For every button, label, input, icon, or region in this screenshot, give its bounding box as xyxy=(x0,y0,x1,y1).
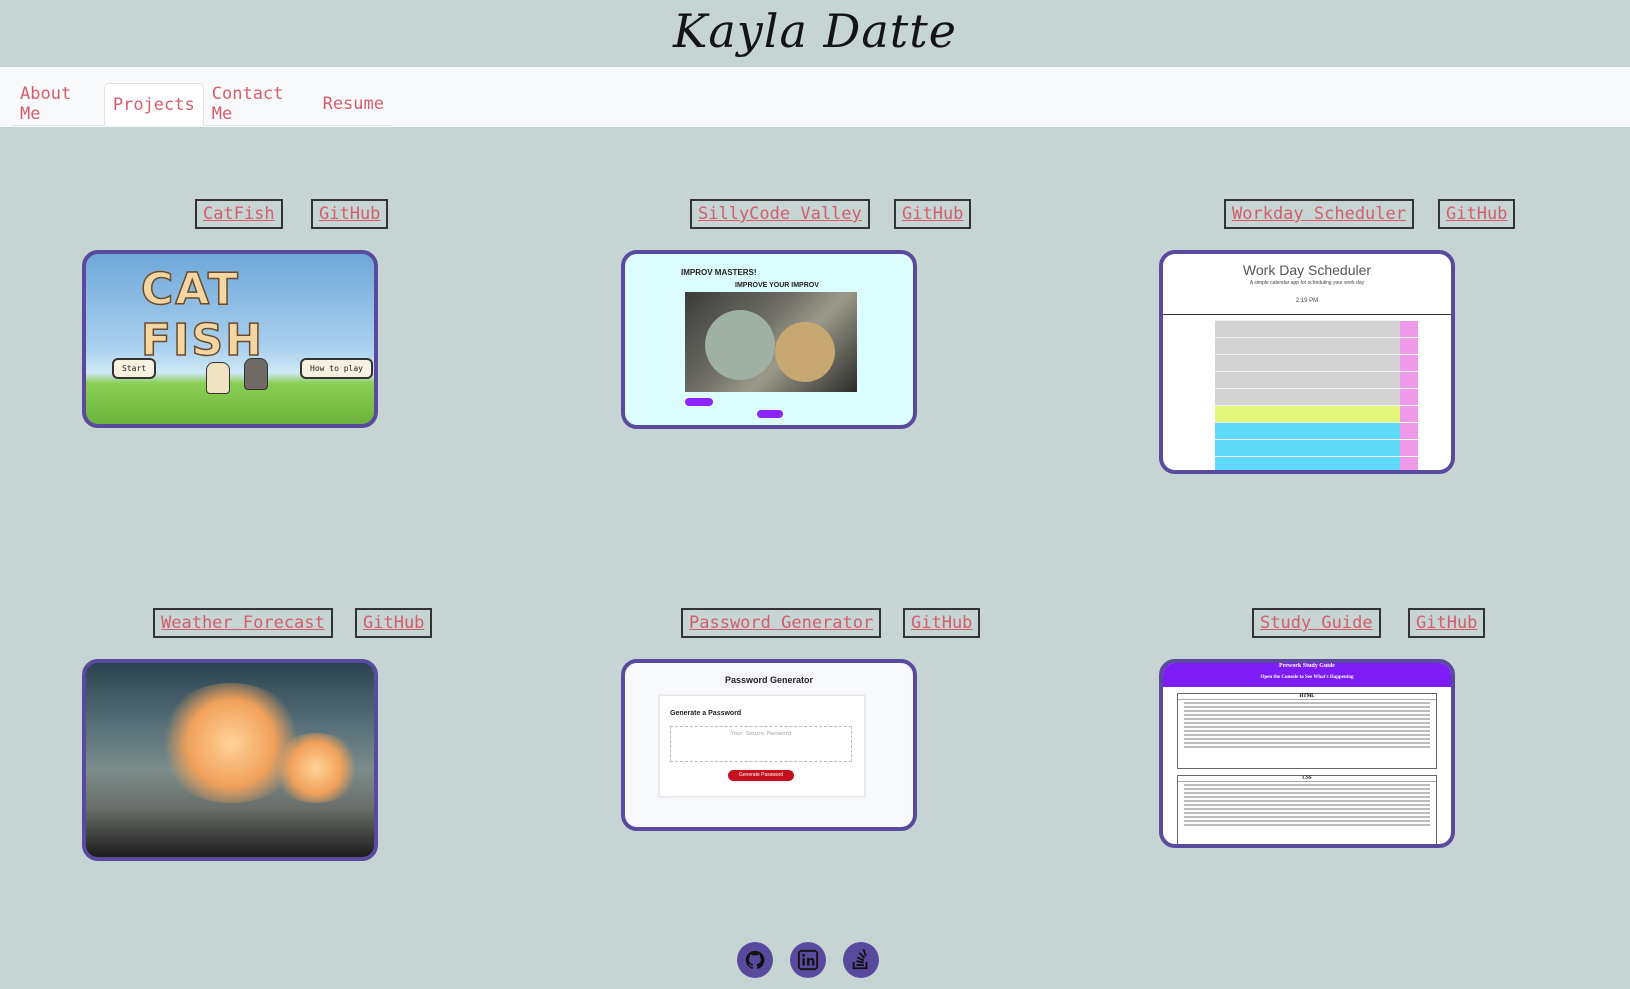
github-link-catfish[interactable]: GitHub xyxy=(311,199,389,229)
tab-about-me[interactable]: About Me xyxy=(12,83,104,124)
improv-pill-button xyxy=(757,410,783,418)
project-preview-study-guide[interactable]: Prework Study Guide Open the Console to … xyxy=(1159,659,1455,848)
password-card: Generate a Password Your Secure Password… xyxy=(659,695,865,797)
improv-subheading: IMPROVE YOUR IMPROV xyxy=(735,282,819,289)
catfish-how-to-play-button: How to play xyxy=(300,358,373,379)
improv-video xyxy=(685,292,857,392)
catfish-start-button: Start xyxy=(112,358,157,379)
study-guide-header: Prework Study Guide Open the Console to … xyxy=(1163,663,1451,687)
linkedin-icon[interactable] xyxy=(790,942,826,978)
study-guide-title: Prework Study Guide xyxy=(1279,663,1335,669)
project-preview-workday-scheduler[interactable]: Work Day Scheduler A simple calendar app… xyxy=(1159,250,1455,474)
tab-resume[interactable]: Resume xyxy=(315,83,392,124)
video-figure xyxy=(775,322,835,382)
site-header: Kayla Datte xyxy=(0,0,1630,67)
scheduler-time: 2:19 PM xyxy=(1295,298,1319,304)
video-figure xyxy=(705,310,775,380)
project-link-weather-forecast[interactable]: Weather Forecast xyxy=(153,608,333,638)
cat-sprite xyxy=(244,358,268,390)
project-link-password-generator[interactable]: Password Generator xyxy=(681,608,882,638)
password-subtitle: Generate a Password xyxy=(670,710,742,717)
save-block xyxy=(1400,337,1418,354)
github-link-password-generator[interactable]: GitHub xyxy=(903,608,981,638)
catfish-logo: CAT FISH xyxy=(140,263,264,367)
sunset-cloud xyxy=(271,733,361,803)
project-preview-sillycode-valley[interactable]: IMPROV MASTERS! IMPROVE YOUR IMPROV xyxy=(621,250,917,429)
time-block xyxy=(1215,456,1400,470)
project-link-workday-scheduler[interactable]: Workday Scheduler xyxy=(1224,199,1414,229)
time-block xyxy=(1215,337,1400,354)
study-guide-banner: Open the Console to See What's Happening xyxy=(1260,675,1354,680)
github-icon[interactable] xyxy=(737,942,773,978)
project-link-study-guide[interactable]: Study Guide xyxy=(1252,608,1381,638)
improv-pill-button xyxy=(685,398,713,406)
cat-sprite xyxy=(206,362,230,394)
stack-overflow-icon[interactable] xyxy=(843,942,879,978)
time-block xyxy=(1215,422,1400,439)
time-block xyxy=(1215,388,1400,405)
save-block xyxy=(1400,388,1418,405)
time-block xyxy=(1215,439,1400,456)
save-block xyxy=(1400,371,1418,388)
password-output: Your Secure Password xyxy=(670,726,852,762)
site-title: Kayla Datte xyxy=(672,3,958,58)
scheduler-title: Work Day Scheduler xyxy=(1242,262,1372,278)
github-link-study-guide[interactable]: GitHub xyxy=(1408,608,1486,638)
study-guide-section: HTML xyxy=(1177,693,1437,769)
time-block xyxy=(1215,320,1400,337)
project-preview-weather-forecast[interactable] xyxy=(82,659,378,861)
save-block xyxy=(1400,320,1418,337)
generate-password-button: Generate Password xyxy=(728,770,794,781)
improv-heading: IMPROV MASTERS! xyxy=(681,268,757,277)
github-link-sillycode-valley[interactable]: GitHub xyxy=(894,199,972,229)
navbar: About Me Projects Contact Me Resume xyxy=(0,67,1630,127)
tab-projects[interactable]: Projects xyxy=(103,83,204,126)
password-title: Password Generator xyxy=(724,675,814,685)
project-preview-password-generator[interactable]: Password Generator Generate a Password Y… xyxy=(621,659,917,831)
study-guide-section: CSS xyxy=(1177,775,1437,844)
save-block xyxy=(1400,422,1418,439)
save-block xyxy=(1400,405,1418,422)
time-block xyxy=(1215,405,1400,422)
project-link-sillycode-valley[interactable]: SillyCode Valley xyxy=(690,199,870,229)
nav-tabs: About Me Projects Contact Me Resume xyxy=(12,75,392,126)
section-heading: HTML xyxy=(1178,694,1436,700)
github-link-workday-scheduler[interactable]: GitHub xyxy=(1438,199,1516,229)
scheduler-subtitle: A simple calendar app for scheduling you… xyxy=(1249,280,1365,286)
section-heading: CSS xyxy=(1178,776,1436,782)
project-link-catfish[interactable]: CatFish xyxy=(195,199,283,229)
github-link-weather-forecast[interactable]: GitHub xyxy=(355,608,433,638)
save-block xyxy=(1400,354,1418,371)
project-preview-catfish[interactable]: CAT FISH Start How to play xyxy=(82,250,378,428)
save-block xyxy=(1400,439,1418,456)
divider xyxy=(1163,314,1451,315)
footer-social-links xyxy=(737,942,879,978)
tab-contact-me[interactable]: Contact Me xyxy=(204,83,315,124)
time-block xyxy=(1215,371,1400,388)
save-block xyxy=(1400,456,1418,470)
time-block xyxy=(1215,354,1400,371)
